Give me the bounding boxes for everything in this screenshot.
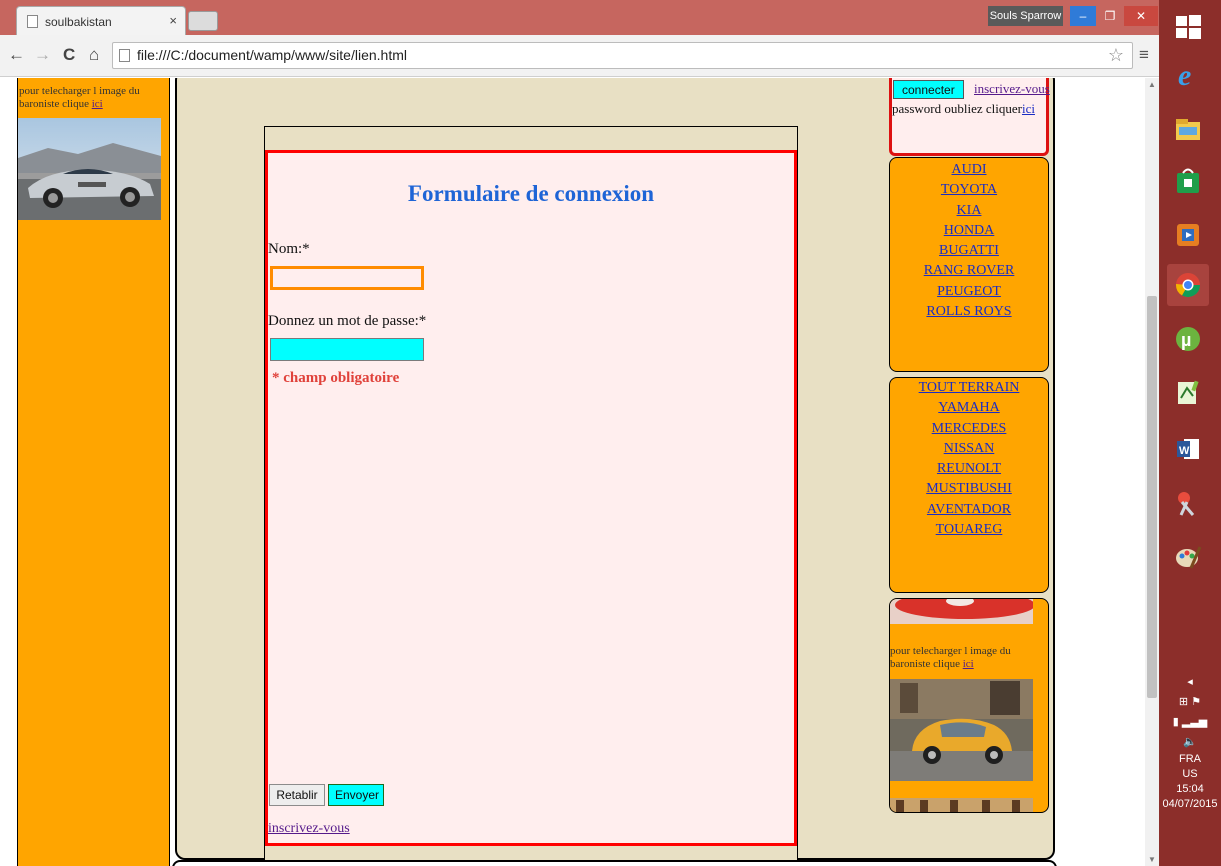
svg-text:W: W	[1179, 445, 1190, 457]
notepad-plus-icon[interactable]	[1167, 372, 1209, 414]
store-icon[interactable]	[1167, 160, 1209, 202]
browser-toolbar: ← → C ⌂ file:///C:/document/wamp/www/sit…	[0, 35, 1159, 77]
svg-text:µ: µ	[1181, 330, 1191, 350]
promo-download-label: pour telecharger l image du baroniste cl…	[890, 645, 1011, 670]
url-text[interactable]: file:///C:/document/wamp/www/site/lien.h…	[137, 47, 407, 63]
close-window-button[interactable]: ✕	[1124, 6, 1158, 26]
paint-icon[interactable]	[1167, 536, 1209, 578]
required-note: * champ obligatoire	[272, 370, 400, 386]
snipping-tool-icon[interactable]	[1167, 482, 1209, 524]
address-bar[interactable]: file:///C:/document/wamp/www/site/lien.h…	[112, 42, 1133, 69]
name-label: Nom:*	[268, 241, 310, 257]
scrollbar-thumb[interactable]	[1147, 296, 1157, 698]
brand-link[interactable]: PEUGEOT	[890, 282, 1048, 302]
page-scrollbar[interactable]: ▲ ▼	[1145, 78, 1159, 866]
page-icon	[119, 49, 130, 62]
tab-title: soulbakistan	[45, 15, 112, 29]
signup-link-top[interactable]: inscrivez-vous	[974, 81, 1050, 97]
scroll-down-icon[interactable]: ▼	[1148, 855, 1156, 864]
password-input[interactable]	[270, 338, 424, 361]
brand-link[interactable]: MUSTIBUSHI	[890, 479, 1048, 499]
media-player-icon[interactable]	[1167, 214, 1209, 256]
reload-icon[interactable]: C	[63, 45, 75, 65]
system-tray: ◂ ⊞ ⚑ ▮ ▂▃▅ 🔈 FRA US 15:04 04/07/2015	[1159, 672, 1221, 812]
tray-signal-icon[interactable]: ▮ ▂▃▅	[1159, 712, 1221, 732]
word-icon[interactable]: W	[1167, 428, 1209, 470]
page-viewport: pour telecharger l image du baroniste cl…	[0, 78, 1145, 866]
reset-button[interactable]: Retablir	[269, 784, 325, 806]
browser-tab-bar: soulbakistan × Souls Sparrow – ❐ ✕	[0, 0, 1159, 36]
footer-frame	[172, 860, 1057, 866]
tray-expand-icon[interactable]: ◂	[1159, 672, 1221, 692]
tray-network-flag-icon[interactable]: ⊞ ⚑	[1159, 692, 1221, 712]
back-icon[interactable]: ←	[8, 45, 25, 65]
chrome-icon[interactable]	[1167, 264, 1209, 306]
tray-date[interactable]: 04/07/2015	[1159, 797, 1221, 812]
forward-icon[interactable]: →	[34, 45, 51, 65]
brand-link[interactable]: TOUT TERRAIN	[890, 378, 1048, 398]
connect-button[interactable]: connecter	[893, 80, 964, 99]
promo-box: pour telecharger l image du baroniste cl…	[889, 598, 1049, 813]
download-text-label: pour telecharger l image du baroniste cl…	[19, 85, 140, 110]
brand-link[interactable]: MERCEDES	[890, 419, 1048, 439]
home-icon[interactable]: ⌂	[89, 45, 99, 65]
race-car-image	[18, 118, 161, 220]
brand-link[interactable]: REUNOLT	[890, 459, 1048, 479]
login-form: Formulaire de connexion Nom:* Donnez un …	[265, 150, 797, 846]
brands-list-1: AUDI TOYOTA KIA HONDA BUGATTI RANG ROVER…	[889, 157, 1049, 372]
brands-list-2: TOUT TERRAIN YAMAHA MERCEDES NISSAN REUN…	[889, 377, 1049, 593]
submit-button[interactable]: Envoyer	[328, 784, 384, 806]
promo-download-link[interactable]: ici	[963, 658, 974, 670]
tab-close-icon[interactable]: ×	[169, 13, 177, 28]
password-label: Donnez un mot de passe:*	[268, 313, 427, 329]
utorrent-icon[interactable]: µ	[1167, 318, 1209, 360]
brand-link[interactable]: TOYOTA	[890, 180, 1048, 200]
brand-link[interactable]: BUGATTI	[890, 241, 1048, 261]
brand-link[interactable]: HONDA	[890, 221, 1048, 241]
bookmark-star-icon[interactable]: ☆	[1108, 45, 1124, 66]
brand-link[interactable]: ROLLS ROYS	[890, 302, 1048, 322]
internet-explorer-icon[interactable]: e	[1167, 54, 1209, 96]
yellow-car-image	[890, 679, 1033, 781]
login-box: connecter inscrivez-vous password oublie…	[889, 78, 1050, 156]
forgot-password-label: password oubliez cliquer	[892, 101, 1022, 116]
browser-tab-active[interactable]: soulbakistan ×	[16, 6, 186, 36]
new-tab-button[interactable]	[188, 11, 218, 31]
file-explorer-icon[interactable]	[1167, 108, 1209, 150]
street-image	[890, 798, 1033, 812]
download-link[interactable]: ici	[92, 98, 103, 110]
minimize-button[interactable]: –	[1070, 6, 1096, 26]
name-input[interactable]	[270, 266, 424, 290]
brand-link[interactable]: TOUAREG	[890, 520, 1048, 540]
promo-download-text: pour telecharger l image du baroniste cl…	[890, 645, 1048, 671]
forgot-password-link[interactable]: ici	[1022, 101, 1035, 116]
tray-time[interactable]: 15:04	[1159, 782, 1221, 797]
start-windows-icon[interactable]	[1167, 6, 1209, 48]
windows-taskbar: e µ W ◂ ⊞ ⚑ ▮ ▂▃▅ 🔈 FRA US 15:04 04/07/2…	[1159, 0, 1221, 866]
brand-link[interactable]: YAMAHA	[890, 398, 1048, 418]
menu-icon[interactable]: ≡	[1139, 45, 1149, 65]
svg-text:e: e	[1178, 60, 1191, 90]
brand-link[interactable]: RANG ROVER	[890, 261, 1048, 281]
brand-link[interactable]: AVENTADOR	[890, 500, 1048, 520]
page-icon	[27, 15, 38, 28]
forgot-password-text: password oubliez cliquerici	[892, 100, 1042, 118]
tray-language[interactable]: FRA	[1159, 752, 1221, 767]
red-car-image	[890, 599, 1033, 624]
brand-link[interactable]: NISSAN	[890, 439, 1048, 459]
signup-link[interactable]: inscrivez-vous	[268, 821, 350, 837]
user-profile-badge[interactable]: Souls Sparrow	[988, 6, 1063, 26]
scroll-up-icon[interactable]: ▲	[1148, 80, 1156, 89]
maximize-button[interactable]: ❐	[1097, 6, 1123, 26]
tray-volume-icon[interactable]: 🔈	[1159, 732, 1221, 752]
brand-link[interactable]: KIA	[890, 201, 1048, 221]
left-sidebar: pour telecharger l image du baroniste cl…	[17, 78, 170, 866]
form-title: Formulaire de connexion	[407, 181, 655, 206]
download-text: pour telecharger l image du baroniste cl…	[19, 85, 169, 111]
tray-region[interactable]: US	[1159, 767, 1221, 782]
brand-link[interactable]: AUDI	[890, 160, 1048, 180]
